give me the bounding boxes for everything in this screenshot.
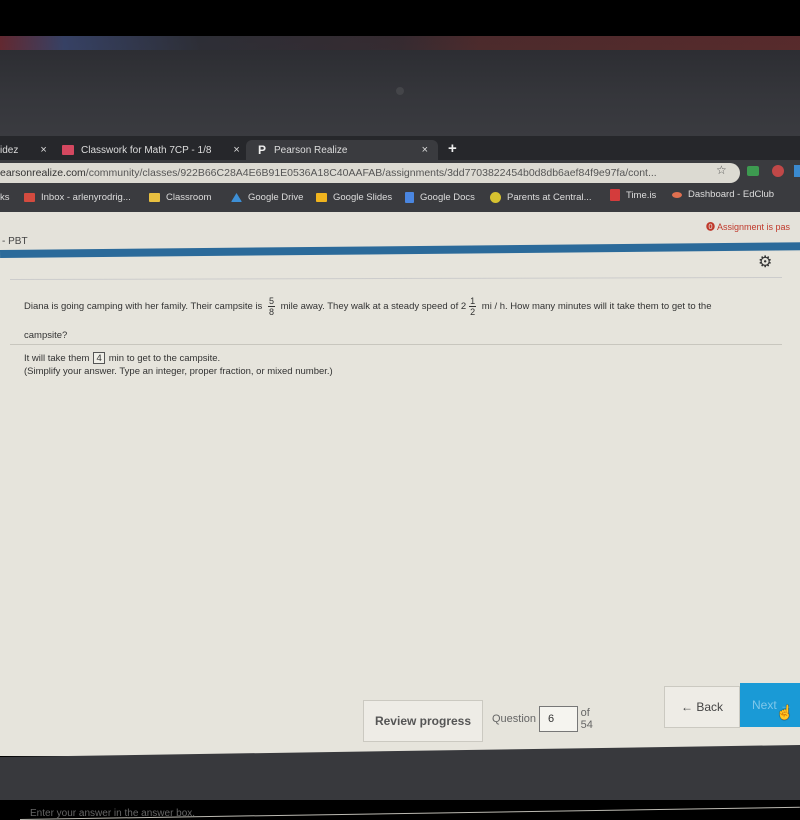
bookmark-classroom[interactable]: Classroom bbox=[149, 192, 211, 203]
bookmark-label: Time.is bbox=[626, 189, 657, 201]
back-button[interactable]: ← Back bbox=[664, 686, 740, 728]
bookmark-google-slides[interactable]: Google Slides bbox=[316, 192, 392, 203]
review-progress-button[interactable]: Review progress bbox=[363, 700, 483, 742]
close-icon[interactable]: × bbox=[40, 144, 46, 156]
bookmark-parents-central[interactable]: Parents at Central... bbox=[490, 192, 591, 203]
divider bbox=[10, 344, 782, 345]
bookmark-label: Google Drive bbox=[248, 192, 304, 203]
breadcrumb: - PBT bbox=[2, 236, 28, 247]
answer-hint: (Simplify your answer. Type an integer, … bbox=[24, 366, 333, 377]
tab-label: idez bbox=[0, 144, 19, 156]
bookmark-google-drive[interactable]: Google Drive bbox=[231, 192, 303, 203]
bookmark-label: Parents at Central... bbox=[507, 192, 592, 203]
google-classroom-icon bbox=[62, 145, 74, 155]
bookmark-label: Google Docs bbox=[420, 192, 475, 203]
answer-sentence: It will take them 4 min to get to the ca… bbox=[24, 352, 220, 364]
extension-classroom-icon[interactable] bbox=[747, 166, 759, 176]
google-slides-icon bbox=[316, 193, 327, 202]
extension-icon[interactable] bbox=[794, 165, 800, 177]
page-content: - PBT ⓿ Assignment is pas ⚙ Diana is goi… bbox=[0, 212, 800, 820]
photo-dark-area bbox=[0, 0, 800, 36]
bookmark-star-icon[interactable]: ☆ bbox=[716, 163, 727, 177]
tab-pearson-realize[interactable]: P Pearson Realize × bbox=[246, 140, 438, 160]
monitor-bezel bbox=[0, 36, 800, 136]
bookmarks-bar: ks Inbox - arlenyrodrig... Classroom Goo… bbox=[0, 186, 800, 212]
question-label: Question bbox=[492, 713, 537, 725]
alert-text: Assignment is pas bbox=[717, 222, 791, 232]
bookmark-label: Classroom bbox=[166, 192, 212, 203]
fraction-denominator: 2 bbox=[470, 307, 476, 317]
tab-strip: idez × Classwork for Math 7CP - 1/8 × P … bbox=[0, 136, 800, 160]
browser-toolbar: earsonrealize.com/community/classes/922B… bbox=[0, 160, 800, 186]
gmail-icon bbox=[24, 193, 35, 202]
extension-blocker-icon[interactable] bbox=[772, 165, 784, 177]
tab-classwork[interactable]: Classwork for Math 7CP - 1/8 × bbox=[62, 140, 240, 160]
google-drive-icon bbox=[231, 193, 242, 202]
edclub-icon bbox=[672, 191, 682, 198]
url-path: /community/classes/922B66C28A4E6B91E0536… bbox=[85, 167, 657, 179]
bookmark-label: Google Slides bbox=[333, 192, 393, 203]
question-text-line2: campsite? bbox=[24, 330, 68, 341]
browser-window: idez × Classwork for Math 7CP - 1/8 × P … bbox=[0, 136, 800, 820]
google-docs-icon bbox=[405, 192, 414, 203]
bookmark-google-docs[interactable]: Google Docs bbox=[405, 192, 475, 203]
question-navigator: Question 6 of 54 bbox=[484, 698, 604, 740]
fraction-numerator: 5 bbox=[267, 296, 275, 307]
assignment-alert: ⓿ Assignment is pas bbox=[706, 220, 790, 233]
bookmark-time-is[interactable]: Time.is bbox=[610, 189, 656, 201]
fraction-denominator: 8 bbox=[268, 307, 274, 317]
pearson-p-icon: P bbox=[258, 143, 267, 157]
tab-label: Classwork for Math 7CP - 1/8 bbox=[81, 144, 212, 156]
hand-cursor-icon: ☝ bbox=[776, 704, 794, 720]
close-icon[interactable]: × bbox=[233, 144, 239, 156]
bookmark-edclub[interactable]: Dashboard - EdClub bbox=[672, 189, 774, 200]
reflection-strip bbox=[0, 36, 800, 50]
answer-input[interactable]: 4 bbox=[93, 352, 105, 364]
tab-partial[interactable]: idez × bbox=[0, 140, 47, 160]
answer-prefix: It will take them bbox=[24, 352, 90, 364]
bookmark-label: Dashboard - EdClub bbox=[688, 189, 775, 200]
question-text-part: mile away. They walk at a steady speed o… bbox=[280, 301, 467, 313]
google-classroom-icon bbox=[149, 193, 160, 202]
bookmark-label: Inbox - arlenyrodrig... bbox=[41, 192, 131, 203]
tab-label: Pearson Realize bbox=[274, 144, 348, 156]
bookmark-item[interactable]: ks bbox=[0, 192, 10, 203]
question-number-input[interactable]: 6 bbox=[539, 706, 578, 732]
bookmark-inbox[interactable]: Inbox - arlenyrodrig... bbox=[24, 192, 131, 203]
webcam bbox=[396, 87, 404, 95]
question-text: Diana is going camping with her family. … bbox=[24, 296, 784, 317]
question-text-part: mi / h. How many minutes will it take th… bbox=[481, 301, 712, 313]
answer-suffix: min to get to the campsite. bbox=[108, 352, 221, 364]
settings-gear-icon[interactable]: ⚙ bbox=[758, 252, 772, 272]
central-logo-icon bbox=[490, 192, 501, 203]
time-is-icon bbox=[610, 189, 620, 201]
url-host: earsonrealize.com bbox=[0, 167, 86, 179]
address-bar[interactable]: earsonrealize.com/community/classes/922B… bbox=[0, 163, 740, 183]
fraction-numerator: 1 bbox=[469, 296, 477, 307]
close-icon[interactable]: × bbox=[422, 144, 428, 156]
question-total: of 54 bbox=[580, 707, 593, 731]
divider bbox=[10, 276, 783, 281]
question-panel: Diana is going camping with her family. … bbox=[10, 276, 784, 698]
fraction-five-eighths: 58 bbox=[267, 296, 275, 317]
fraction-one-half: 12 bbox=[469, 296, 477, 317]
new-tab-button[interactable]: + bbox=[448, 140, 457, 157]
alert-icon: ⓿ bbox=[706, 222, 718, 232]
question-text-part: Diana is going camping with her family. … bbox=[24, 301, 263, 313]
bookmark-label: ks bbox=[0, 192, 10, 203]
